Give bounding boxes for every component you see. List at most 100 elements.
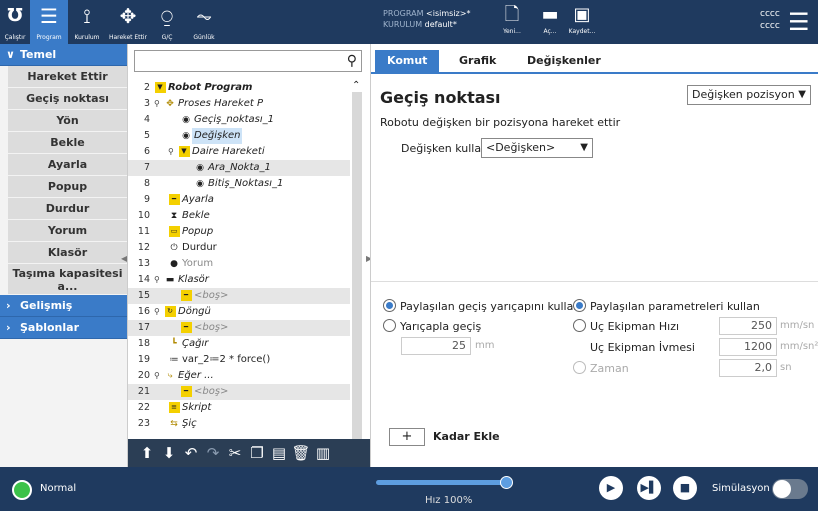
nav-move[interactable]: ✥ Hareket Ettir <box>106 0 150 44</box>
program-info: PROGRAM <isimsiz>* KURULUM default* <box>383 9 471 29</box>
tool-accel-input[interactable]: 1200 <box>719 338 777 356</box>
sidebar-item-payload[interactable]: Taşıma kapasitesi a... <box>8 264 127 295</box>
blend-radius-input[interactable]: 25 <box>401 337 471 355</box>
stop-icon[interactable]: ■ <box>673 476 697 500</box>
shared-blend-radio[interactable]: Paylaşılan geçiş yarıçapını kullan <box>383 299 580 314</box>
save-button[interactable]: ▣ Kaydet... <box>562 2 602 42</box>
tree-row[interactable]: 21 ━ <boş> <box>128 384 350 400</box>
nav-installation[interactable]: ⟟ Kurulum <box>68 0 106 44</box>
plus-icon: + <box>401 429 413 444</box>
sidebar-item-set[interactable]: Ayarla <box>8 154 127 176</box>
tree-row[interactable]: 14 ⚲ ▬ Klasör <box>128 272 350 288</box>
move-down-icon[interactable]: ⬇ <box>158 439 180 467</box>
tree-row[interactable]: 17 ━ <boş> <box>128 320 350 336</box>
radio-selected <box>383 299 396 312</box>
tool-speed-radio[interactable]: Uç Ekipman Hızı <box>573 319 679 334</box>
nav-io[interactable]: ⍜ G/Ç <box>150 0 184 44</box>
nav-run[interactable]: Ʊ Çalıştır <box>0 0 30 44</box>
scroll-up-icon[interactable]: ⌃ <box>352 80 360 91</box>
sidebar-item-direction[interactable]: Yön <box>8 110 127 132</box>
tree-row[interactable]: 7 ◉ Ara_Nokta_1 <box>128 160 350 176</box>
time-input[interactable]: 2,0 <box>719 359 777 377</box>
category-basic[interactable]: ∨ Temel <box>0 44 127 66</box>
add-until-button[interactable]: + <box>389 428 425 446</box>
tree-row[interactable]: 12 ⏻ Durdur <box>128 240 350 256</box>
play-icon[interactable]: ▶ <box>599 476 623 500</box>
if-icon: ⤷ <box>167 371 173 381</box>
time-radio[interactable]: Zaman <box>573 361 629 376</box>
delete-icon[interactable]: 🗑 <box>290 439 312 467</box>
undo-icon[interactable]: ↶ <box>180 439 202 467</box>
dropdown-arrow-icon: ▼ <box>580 142 588 153</box>
nav-log[interactable]: ⏦ Günlük <box>184 0 224 44</box>
tool-accel-unit: mm/sn² <box>780 341 818 352</box>
robot-status-icon[interactable] <box>12 480 32 500</box>
chevron-down-icon: ∨ <box>6 48 15 61</box>
move-up-icon[interactable]: ⬆ <box>136 439 158 467</box>
pin-icon: ⚲ <box>154 307 160 316</box>
program-tree: 2 ▼ Robot Program 3 ⚲ ✥ Proses Hareket P 4 ◉ Ge… <box>128 80 350 448</box>
switch-icon: ⇆ <box>170 419 178 429</box>
paste-icon[interactable]: ▤ <box>268 439 290 467</box>
nav-program[interactable]: ☰ Program <box>30 0 68 44</box>
sidebar-item-popup[interactable]: Popup <box>8 176 127 198</box>
tree-row[interactable]: 11 ▭ Popup <box>128 224 350 240</box>
pin-icon: ⚲ <box>168 147 174 156</box>
sidebar-item-halt[interactable]: Durdur <box>8 198 127 220</box>
sidebar-item-move[interactable]: Hareket Ettir <box>8 66 127 88</box>
sidebar-item-wait[interactable]: Bekle <box>8 132 127 154</box>
tree-row[interactable]: 6 ⚲ ▼ Daire Hareketi <box>128 144 350 160</box>
move-node-icon: ✥ <box>166 99 174 109</box>
tree-row[interactable]: 9 ━ Ayarla <box>128 192 350 208</box>
blend-radius-radio[interactable]: Yarıçapla geçiş <box>383 319 481 334</box>
tree-row[interactable]: 19 ≔ var_2≔2 * force() <box>128 352 350 368</box>
suppress-icon[interactable]: ▥ <box>312 439 334 467</box>
radio-unselected <box>573 319 586 332</box>
hourglass-icon: ⧗ <box>170 211 178 221</box>
cut-icon[interactable]: ✂ <box>224 439 246 467</box>
tree-scrollbar[interactable]: ⌃ ⌄ <box>350 80 364 448</box>
pin-icon: ⚲ <box>154 371 160 380</box>
sidebar-item-waypoint[interactable]: Geçiş noktası <box>8 88 127 110</box>
waypoint-type-select[interactable]: Değişken pozisyon ▼ <box>687 85 811 105</box>
step-icon[interactable]: ▶▌ <box>637 476 661 500</box>
variable-select[interactable]: <Değişken> ▼ <box>481 138 593 158</box>
tree-row[interactable]: 3 ⚲ ✥ Proses Hareket P <box>128 96 350 112</box>
new-button[interactable]: 🗋 Yeni... <box>492 2 532 42</box>
tree-row[interactable]: 13 ● Yorum <box>128 256 350 272</box>
assignment-icon: ≔ <box>169 355 179 365</box>
tab-variables[interactable]: Değişkenler <box>515 50 613 72</box>
hamburger-menu-icon[interactable]: ☰ <box>788 10 810 34</box>
tree-row[interactable]: 23 ⇆ Şiç <box>128 416 350 432</box>
tree-row[interactable]: 22 ≡ Skript <box>128 400 350 416</box>
sidebar-item-comment[interactable]: Yorum <box>8 220 127 242</box>
tab-command[interactable]: Komut <box>375 50 440 72</box>
empty-icon: ━ <box>180 288 192 304</box>
tree-row[interactable]: 18 ┗ Çağır <box>128 336 350 352</box>
tree-row-selected[interactable]: 5 ◉ Değişken <box>128 128 350 144</box>
category-advanced[interactable]: › Gelişmiş <box>0 295 127 317</box>
copy-icon[interactable]: ❐ <box>246 439 268 467</box>
speed-slider[interactable] <box>376 480 506 485</box>
chevron-right-icon: › <box>6 321 11 334</box>
tree-row[interactable]: 8 ◉ Bitiş_Noktası_1 <box>128 176 350 192</box>
blend-unit: mm <box>475 340 495 351</box>
tool-speed-input[interactable]: 250 <box>719 317 777 335</box>
tab-graphics[interactable]: Grafik <box>447 50 508 72</box>
tree-row[interactable]: 16 ⚲ ↻ Döngü <box>128 304 350 320</box>
popup-icon: ▭ <box>168 224 180 240</box>
tree-row[interactable]: 15 ━ <boş> <box>128 288 350 304</box>
tree-row[interactable]: 4 ◉ Geçiş_noktası_1 <box>128 112 350 128</box>
shared-params-radio[interactable]: Paylaşılan parametreleri kullan <box>573 299 760 314</box>
tree-search-input[interactable]: ⚲ <box>134 50 362 72</box>
speed-slider-handle[interactable] <box>500 476 513 489</box>
tree-row[interactable]: 20 ⚲ ⤷ Eğer ... <box>128 368 350 384</box>
redo-icon[interactable]: ↷ <box>202 439 224 467</box>
sidebar-item-folder[interactable]: Klasör <box>8 242 127 264</box>
loop-icon: ↻ <box>164 304 176 320</box>
simulation-toggle[interactable] <box>772 479 808 499</box>
tree-row[interactable]: 2 ▼ Robot Program <box>128 80 350 96</box>
category-templates[interactable]: › Şablonlar <box>0 317 127 339</box>
tree-row[interactable]: 10 ⧗ Bekle <box>128 208 350 224</box>
scroll-thumb[interactable] <box>352 92 362 440</box>
